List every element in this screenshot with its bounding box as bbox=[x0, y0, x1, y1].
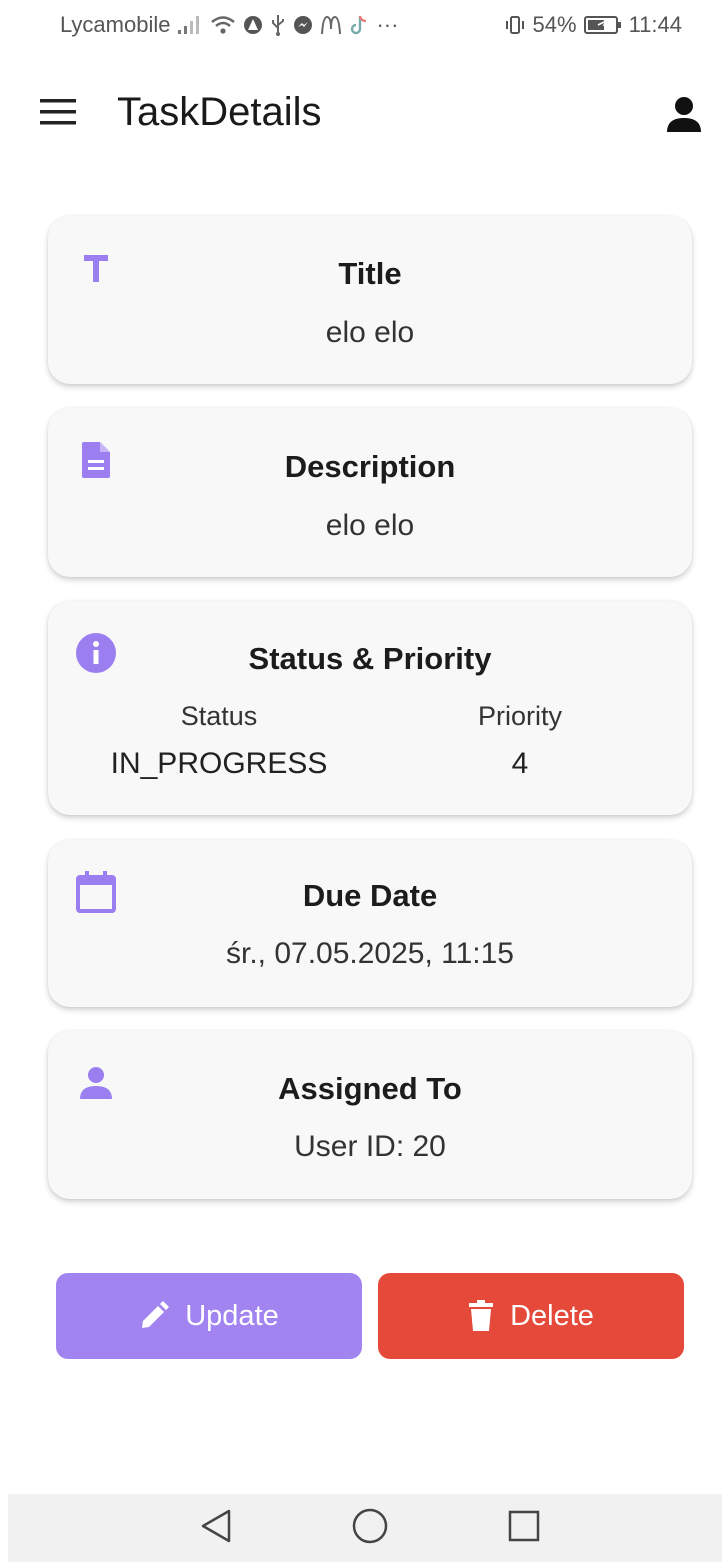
page-title: TaskDetails bbox=[117, 90, 322, 134]
assigned-to-card: Assigned To User ID: 20 bbox=[48, 1031, 692, 1199]
recents-square-icon bbox=[508, 1510, 540, 1547]
app-notification-icon bbox=[243, 15, 263, 35]
status-left: Lycamobile ··· bbox=[60, 12, 398, 38]
status-bar: Lycamobile ··· 54% 11:44 bbox=[0, 0, 722, 50]
status-value: IN_PROGRESS bbox=[110, 747, 328, 780]
status-right: 54% 11:44 bbox=[504, 12, 682, 38]
due-date-label: Due Date bbox=[302, 878, 438, 913]
delete-button[interactable]: Delete bbox=[378, 1273, 684, 1359]
description-label: Description bbox=[284, 449, 456, 484]
tiktok-icon bbox=[349, 14, 369, 36]
description-value: elo elo bbox=[325, 509, 415, 542]
clock: 11:44 bbox=[628, 12, 682, 37]
back-triangle-icon bbox=[199, 1508, 233, 1549]
title-card: Title elo elo bbox=[48, 216, 692, 384]
system-nav-bar bbox=[8, 1494, 722, 1562]
hamburger-menu-icon bbox=[38, 97, 78, 132]
status-priority-card: Status & Priority Status IN_PROGRESS Pri… bbox=[48, 601, 692, 815]
more-notifications: ··· bbox=[376, 12, 399, 37]
carrier-label: Lycamobile bbox=[60, 12, 171, 37]
status-priority-label: Status & Priority bbox=[248, 641, 492, 676]
nav-recents-button[interactable] bbox=[504, 1508, 544, 1548]
priority-label: Priority bbox=[477, 701, 562, 731]
signal-icon bbox=[177, 15, 203, 35]
profile-button[interactable] bbox=[660, 92, 708, 140]
assigned-to-value: User ID: 20 bbox=[294, 1130, 446, 1163]
priority-value: 4 bbox=[511, 747, 529, 780]
status-label: Status bbox=[180, 701, 258, 731]
trash-icon bbox=[468, 1300, 494, 1332]
title-value: elo elo bbox=[325, 316, 415, 349]
menu-button[interactable] bbox=[36, 94, 80, 134]
vibrate-icon bbox=[504, 15, 526, 35]
usb-icon bbox=[270, 14, 286, 36]
due-date-card: Due Date śr., 07.05.2025, 11:15 bbox=[48, 840, 692, 1007]
delete-button-label: Delete bbox=[510, 1299, 594, 1332]
messenger-icon bbox=[293, 15, 313, 35]
wifi-icon bbox=[210, 15, 236, 35]
pencil-icon bbox=[139, 1301, 170, 1331]
account-icon bbox=[664, 94, 704, 139]
screen: Lycamobile ··· 54% 11:44 TaskDetails Tit… bbox=[0, 0, 722, 1562]
update-button-label: Update bbox=[185, 1299, 279, 1332]
title-label: Title bbox=[338, 256, 402, 291]
nav-back-button[interactable] bbox=[196, 1508, 236, 1548]
nav-home-button[interactable] bbox=[350, 1508, 390, 1548]
mcdonalds-icon bbox=[320, 15, 342, 35]
description-card: Description elo elo bbox=[48, 408, 692, 577]
battery-charging-icon bbox=[583, 15, 622, 35]
home-circle-icon bbox=[352, 1508, 388, 1549]
assigned-to-label: Assigned To bbox=[278, 1071, 462, 1106]
due-date-value: śr., 07.05.2025, 11:15 bbox=[225, 937, 514, 970]
app-bar: TaskDetails bbox=[0, 70, 722, 160]
update-button[interactable]: Update bbox=[56, 1273, 362, 1359]
battery-percent: 54% bbox=[532, 12, 577, 37]
